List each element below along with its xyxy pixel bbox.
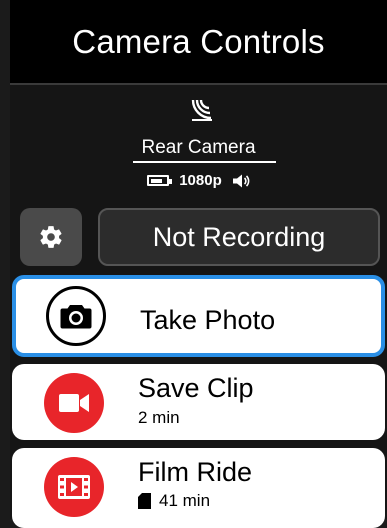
camera-info: Rear Camera 1080p [10,92,387,202]
film-ride-remaining: 41 min [138,491,210,511]
record-status-label: Not Recording [152,221,326,252]
sd-card-icon [138,493,151,509]
film-ride-label: Film Ride [138,457,253,487]
save-clip-button[interactable]: Save Clip 2 min [12,364,385,440]
camera-name-divider [133,161,276,163]
take-photo-label: Take Photo [140,305,276,335]
save-clip-duration: 2 min [138,408,180,427]
resolution-label: 1080p [179,172,222,189]
camera-icon [46,286,106,346]
settings-button[interactable] [20,208,82,266]
battery-icon [147,175,173,186]
video-icon [44,373,104,433]
save-clip-label: Save Clip [138,373,254,403]
film-icon [44,457,104,517]
camera-status-row: 1080p [10,172,387,189]
take-photo-button[interactable]: Take Photo [12,275,385,357]
app-frame: Camera Controls Rear Camera 1080p Not Re… [10,0,387,528]
gear-icon [40,226,62,248]
radar-signal-icon [191,99,212,121]
camera-name: Rear Camera [141,137,256,158]
speaker-icon [232,174,250,187]
film-ride-duration: 41 min [159,491,211,510]
header: Camera Controls [10,0,387,85]
record-status-button[interactable]: Not Recording [98,208,380,266]
film-ride-button[interactable]: Film Ride 41 min [12,448,385,528]
page-title: Camera Controls [72,22,325,60]
